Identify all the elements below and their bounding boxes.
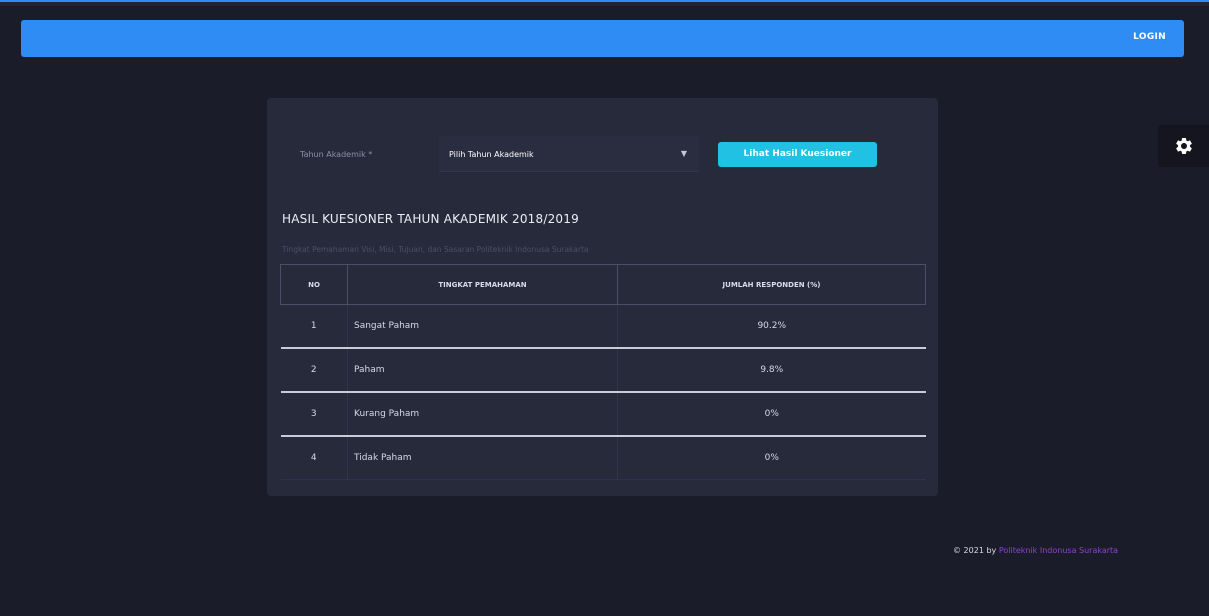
cell-level: Tidak Paham bbox=[347, 436, 618, 480]
academic-year-select[interactable]: Pilih Tahun Akademik ▼ bbox=[439, 136, 699, 172]
top-edge bbox=[0, 0, 1209, 6]
footer-copyright: © 2021 by bbox=[953, 546, 997, 555]
cell-percent: 9.8% bbox=[617, 348, 926, 393]
cell-no: 3 bbox=[280, 392, 348, 437]
cell-no: 2 bbox=[280, 348, 348, 393]
cell-level: Paham bbox=[347, 348, 618, 393]
result-title: HASIL KUESIONER TAHUN AKADEMIK 2018/2019 bbox=[282, 212, 579, 226]
academic-year-select-value: Pilih Tahun Akademik bbox=[449, 150, 534, 159]
chevron-down-icon: ▼ bbox=[680, 149, 687, 158]
results-table: NO TINGKAT PEMAHAMAN JUMLAH RESPONDEN (%… bbox=[280, 264, 926, 480]
table-row: 2 Paham 9.8% bbox=[280, 348, 926, 393]
footer: © 2021 by Politeknik Indonusa Surakarta bbox=[953, 546, 1118, 555]
cell-percent: 0% bbox=[617, 392, 926, 437]
table-row: 4 Tidak Paham 0% bbox=[280, 436, 926, 480]
cell-level: Sangat Paham bbox=[347, 304, 618, 349]
academic-year-label: Tahun Akademik * bbox=[300, 150, 373, 159]
view-results-button[interactable]: Lihat Hasil Kuesioner bbox=[718, 142, 877, 167]
cell-no: 1 bbox=[280, 304, 348, 349]
settings-button[interactable] bbox=[1158, 125, 1209, 167]
footer-institution-link[interactable]: Politeknik Indonusa Surakarta bbox=[999, 546, 1118, 555]
questionnaire-card: Tahun Akademik * Pilih Tahun Akademik ▼ … bbox=[267, 98, 938, 496]
cell-no: 4 bbox=[280, 436, 348, 480]
navbar: LOGIN bbox=[21, 20, 1184, 57]
result-subtitle: Tingkat Pemahaman Visi, Misi, Tujuan, da… bbox=[282, 245, 589, 254]
header-level: TINGKAT PEMAHAMAN bbox=[347, 264, 618, 305]
gear-icon bbox=[1175, 138, 1192, 154]
cell-level: Kurang Paham bbox=[347, 392, 618, 437]
login-link[interactable]: LOGIN bbox=[1133, 32, 1166, 42]
cell-percent: 90.2% bbox=[617, 304, 926, 349]
table-header-row: NO TINGKAT PEMAHAMAN JUMLAH RESPONDEN (%… bbox=[280, 264, 926, 305]
header-respondents: JUMLAH RESPONDEN (%) bbox=[617, 264, 926, 305]
cell-percent: 0% bbox=[617, 436, 926, 480]
table-row: 1 Sangat Paham 90.2% bbox=[280, 304, 926, 349]
header-no: NO bbox=[280, 264, 348, 305]
table-row: 3 Kurang Paham 0% bbox=[280, 392, 926, 437]
